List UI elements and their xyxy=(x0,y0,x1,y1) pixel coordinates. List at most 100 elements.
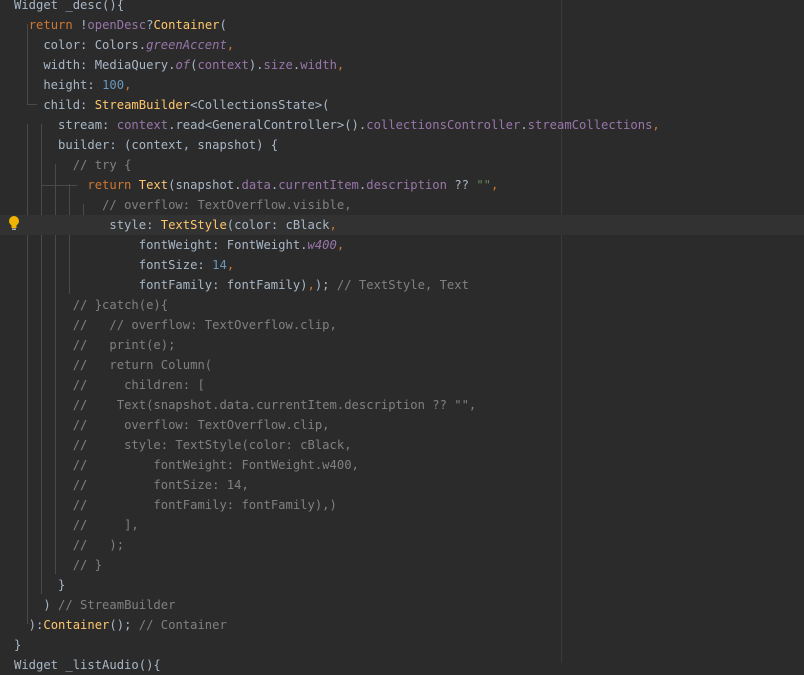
code-token: ): xyxy=(14,618,44,632)
code-line[interactable]: // try { xyxy=(0,155,804,175)
lightbulb-icon[interactable] xyxy=(8,215,20,231)
code-line[interactable]: ) // StreamBuilder xyxy=(0,595,804,615)
code-token: return xyxy=(87,178,139,192)
code-line[interactable]: builder: (context, snapshot) { xyxy=(0,135,804,155)
code-line[interactable]: // ], xyxy=(0,515,804,535)
code-line[interactable]: fontWeight: FontWeight.w400, xyxy=(0,235,804,255)
code-line[interactable]: height: 100, xyxy=(0,75,804,95)
code-token: child: xyxy=(14,98,95,112)
code-token: 100 xyxy=(102,78,125,92)
code-line[interactable]: // overflow: TextOverflow.visible, xyxy=(0,195,804,215)
code-line[interactable]: // // overflow: TextOverflow.clip, xyxy=(0,315,804,335)
code-line[interactable]: return Text(snapshot.data.currentItem.de… xyxy=(0,175,804,195)
code-token: // style: TextStyle(color: cBlack, xyxy=(72,438,352,452)
code-line[interactable]: // } xyxy=(0,555,804,575)
code-line[interactable]: // fontSize: 14, xyxy=(0,475,804,495)
code-line[interactable]: // children: [ xyxy=(0,375,804,395)
code-token: StreamBuilder xyxy=(94,98,191,112)
code-token: style: xyxy=(14,218,161,232)
code-line[interactable]: // }catch(e){ xyxy=(0,295,804,315)
code-token: , xyxy=(652,118,660,132)
code-token: // overflow: TextOverflow.clip, xyxy=(72,418,330,432)
code-token: // } xyxy=(72,558,103,572)
code-token: Widget _listAudio(){ xyxy=(14,658,161,672)
code-token: ) xyxy=(14,598,59,612)
code-line[interactable]: // Text(snapshot.data.currentItem.descri… xyxy=(0,395,804,415)
code-token: , xyxy=(226,38,235,52)
code-token: ( xyxy=(219,18,227,32)
code-line[interactable]: style: TextStyle(color: cBlack, xyxy=(0,215,804,235)
code-token: 14 xyxy=(212,258,227,272)
code-line[interactable]: color: Colors.greenAccent, xyxy=(0,35,804,55)
code-token: // fontFamily: fontFamily),) xyxy=(72,498,337,512)
code-token: // print(e); xyxy=(72,338,176,352)
code-line[interactable]: // return Column( xyxy=(0,355,804,375)
code-token: , xyxy=(329,218,337,232)
code-token: , xyxy=(491,178,499,192)
code-line[interactable]: // print(e); xyxy=(0,335,804,355)
code-token: Container xyxy=(153,18,220,32)
code-line[interactable]: // ); xyxy=(0,535,804,555)
code-line[interactable]: child: StreamBuilder<CollectionsState>( xyxy=(0,95,804,115)
code-line[interactable]: } xyxy=(0,635,804,655)
code-token: , xyxy=(124,78,132,92)
code-token: collectionsController xyxy=(366,118,521,132)
code-token: ); xyxy=(314,278,330,292)
code-token: description xyxy=(366,178,455,192)
code-line[interactable]: return !openDesc?Container( xyxy=(0,15,804,35)
code-line[interactable]: // fontWeight: FontWeight.w400, xyxy=(0,455,804,475)
code-token: // ], xyxy=(72,518,139,532)
code-token: builder: (context, snapshot) { xyxy=(14,138,279,152)
code-token: // TextStyle, Text xyxy=(329,278,469,292)
code-line[interactable]: width: MediaQuery.of(context).size.width… xyxy=(0,55,804,75)
code-token: stream: xyxy=(14,118,117,132)
code-editor[interactable]: Widget _desc(){ return !openDesc?Contain… xyxy=(0,0,804,672)
code-token: // return Column( xyxy=(72,358,213,372)
code-token: . xyxy=(520,118,528,132)
code-line[interactable]: // fontFamily: fontFamily),) xyxy=(0,495,804,515)
code-line[interactable]: } xyxy=(0,575,804,595)
code-token: data xyxy=(241,178,271,192)
code-line[interactable]: Widget _listAudio(){ xyxy=(0,655,804,675)
code-token: size xyxy=(263,58,293,72)
code-token: // Container xyxy=(138,618,227,632)
code-token: greenAccent xyxy=(146,38,227,52)
code-token: Container xyxy=(43,618,110,632)
code-token: , xyxy=(336,238,345,252)
code-line[interactable]: fontSize: 14, xyxy=(0,255,804,275)
code-line[interactable]: stream: context.read<GeneralController>(… xyxy=(0,115,804,135)
code-token: currentItem xyxy=(278,178,359,192)
code-line[interactable]: // style: TextStyle(color: cBlack, xyxy=(0,435,804,455)
code-token: height: xyxy=(14,78,103,92)
code-token: context xyxy=(197,58,249,72)
code-token: (snapshot. xyxy=(168,178,242,192)
code-token: "" xyxy=(476,178,492,192)
code-line[interactable]: // overflow: TextOverflow.clip, xyxy=(0,415,804,435)
code-token: openDesc xyxy=(87,18,147,32)
code-token: <CollectionsState>( xyxy=(190,98,330,112)
code-token: TextStyle xyxy=(160,218,227,232)
code-token: // }catch(e){ xyxy=(72,298,169,312)
code-token: // fontWeight: FontWeight.w400, xyxy=(72,458,359,472)
code-token: // try { xyxy=(72,158,132,172)
code-token: w400 xyxy=(307,238,337,252)
code-line[interactable]: fontFamily: fontFamily),); // TextStyle,… xyxy=(0,275,804,295)
code-line[interactable]: Widget _desc(){ xyxy=(0,0,804,15)
code-line[interactable]: ):Container(); // Container xyxy=(0,615,804,635)
code-token: // ); xyxy=(72,538,125,552)
code-token: // Text(snapshot.data.currentItem.descri… xyxy=(72,398,477,412)
code-token: context xyxy=(116,118,169,132)
